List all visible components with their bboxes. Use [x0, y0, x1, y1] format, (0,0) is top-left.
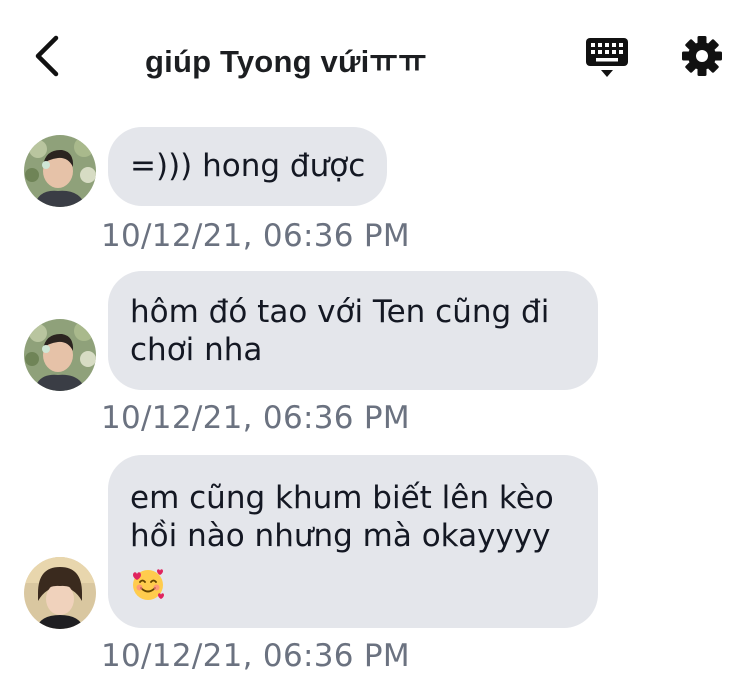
message-text: chơi nha [130, 332, 263, 368]
keyboard-icon [586, 38, 628, 77]
chat-header: giúp Tyong vứiㅠㅠ [0, 0, 750, 110]
message-text: hôm đó tao với Ten cũng đi [130, 294, 550, 330]
avatar[interactable] [24, 135, 96, 207]
settings-button[interactable] [680, 34, 724, 78]
avatar-photo [24, 135, 96, 207]
smiling-face-with-hearts-icon [133, 568, 164, 600]
message-text: =))) hong được [130, 148, 366, 184]
message-bubble[interactable]: =))) hong được [108, 127, 387, 206]
message-timestamp: 10/12/21, 06:36 PM [101, 218, 410, 254]
avatar-photo [24, 319, 96, 391]
avatar[interactable] [24, 557, 96, 629]
keyboard-button[interactable] [584, 36, 630, 80]
avatar[interactable] [24, 319, 96, 391]
message-emoji-line [130, 563, 576, 602]
avatar-photo [24, 557, 96, 629]
message-bubble[interactable]: hôm đó tao với Ten cũng đi chơi nha [108, 271, 598, 390]
chevron-left-icon [35, 35, 59, 77]
message-bubble[interactable]: em cũng khum biết lên kèo hồi nào nhưng … [108, 455, 598, 628]
message-text: hồi nào nhưng mà okayyyy [130, 518, 551, 554]
message-timestamp: 10/12/21, 06:36 PM [101, 400, 410, 436]
message-text: em cũng khum biết lên kèo [130, 480, 554, 516]
back-button[interactable] [26, 34, 66, 78]
gear-icon [682, 36, 722, 76]
message-timestamp: 10/12/21, 06:36 PM [101, 638, 410, 674]
chat-title: giúp Tyong vứiㅠㅠ [145, 44, 427, 79]
